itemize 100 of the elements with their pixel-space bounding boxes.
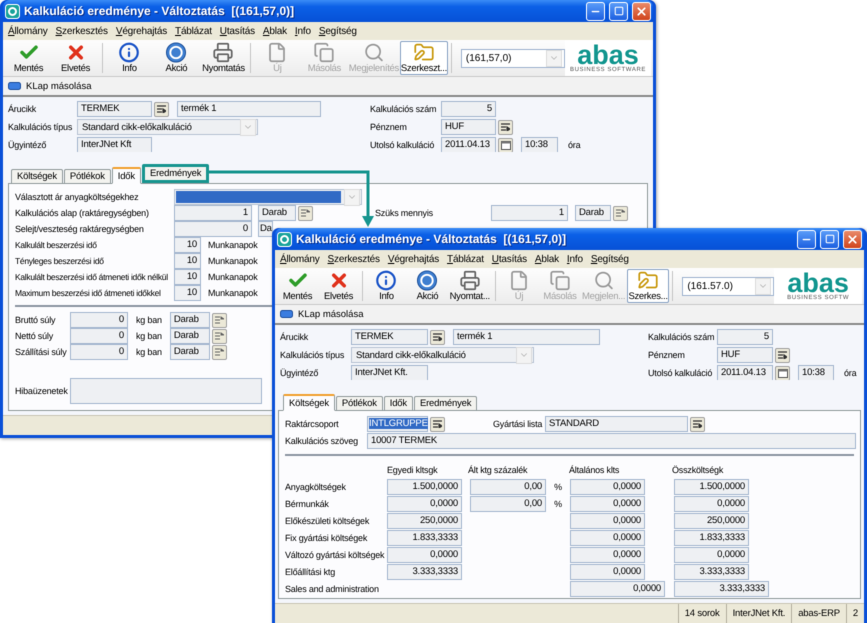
input-field[interactable]: 5 (717, 329, 773, 345)
toolbar-button[interactable]: Elvetés (52, 41, 99, 75)
toolbar-button[interactable]: Mentés (277, 269, 318, 303)
input-field[interactable]: termék 1 (453, 329, 600, 345)
type-dropdown[interactable]: Standard cikk-előkalkuláció (351, 347, 534, 363)
menu-item[interactable]: Szerkesztés (56, 26, 108, 36)
menu-item[interactable]: Ablak (262, 26, 287, 36)
cost-field[interactable]: 0,0000 (387, 496, 462, 512)
toolbar-button[interactable]: Akció (152, 41, 200, 75)
unit-button[interactable] (212, 312, 227, 328)
lookup-button[interactable] (775, 348, 790, 362)
toolbar-button[interactable]: Szerkes... (626, 269, 670, 303)
tab[interactable]: Idők (384, 396, 413, 411)
menu-item[interactable]: Info (566, 254, 583, 264)
cost-field[interactable]: 250,0000 (674, 513, 749, 529)
close-button[interactable] (632, 2, 651, 20)
cost-field[interactable]: 250,0000 (387, 513, 462, 529)
tab[interactable]: Költségek (283, 394, 335, 411)
input-field[interactable]: 10 (174, 237, 201, 253)
toolbar-button[interactable]: Akció (406, 269, 448, 303)
cost-field[interactable]: 0,0000 (674, 547, 749, 563)
action-label[interactable]: KLap másolása (26, 80, 92, 92)
input-field[interactable]: 10 (174, 285, 201, 301)
menu-item[interactable]: Állomány (8, 26, 48, 36)
menu-item[interactable]: Segítség (590, 254, 629, 264)
maximize-button[interactable] (820, 230, 839, 248)
calendar-button[interactable] (498, 138, 513, 152)
input-field[interactable]: 0 (174, 221, 252, 237)
close-button[interactable] (843, 230, 862, 248)
input-field[interactable]: TERMEK (77, 101, 152, 117)
action-label[interactable]: KLap másolása (298, 308, 364, 320)
lookup-button[interactable] (498, 120, 513, 134)
tab[interactable]: Pótlékok (64, 169, 111, 184)
input-field[interactable]: 10 (174, 253, 201, 269)
time-field[interactable]: 10:38 (798, 365, 834, 381)
input-field[interactable]: TERMEK (351, 329, 428, 345)
cost-field[interactable]: 3.333,3333 (674, 564, 749, 580)
input-field[interactable]: STANDARD (545, 416, 688, 432)
tab[interactable]: Eredmények (414, 396, 478, 411)
lookup-button[interactable] (430, 416, 445, 432)
unit-field[interactable]: Darab (575, 205, 611, 221)
input-field[interactable]: 0 (70, 328, 128, 344)
cost-field[interactable]: 0,0000 (570, 479, 645, 495)
unit-field[interactable]: Darab (170, 312, 210, 328)
cost-field[interactable]: 0,0000 (570, 513, 645, 529)
type-dropdown[interactable]: Standard cikk-előkalkuláció (77, 119, 258, 135)
cost-field[interactable]: 1.500,0000 (387, 479, 462, 495)
cost-field[interactable]: 3.333,3333 (674, 581, 769, 597)
input-field[interactable]: 0 (70, 312, 128, 328)
unit-button[interactable] (212, 328, 227, 344)
tab[interactable]: Költségek (11, 169, 63, 184)
time-field[interactable]: 10:38 (521, 137, 558, 153)
unit-field[interactable]: Darab (170, 328, 210, 344)
price-dropdown[interactable] (174, 189, 362, 205)
record-dropdown[interactable]: (161,57,0) (460, 48, 565, 68)
date-field[interactable]: 2011.04.13 (441, 137, 496, 153)
input-field[interactable]: termék 1 (177, 101, 321, 117)
unit-field[interactable]: Da (258, 221, 273, 237)
menu-item[interactable]: Végrehajtás (116, 26, 168, 36)
cost-field[interactable]: 0,0000 (570, 530, 645, 546)
cost-field[interactable]: 1.833,3333 (674, 530, 749, 546)
menu-item[interactable]: Állomány (280, 254, 320, 264)
menu-item[interactable]: Ablak (534, 254, 559, 264)
lookup-button[interactable] (430, 330, 445, 344)
unit-field[interactable]: Darab (258, 205, 296, 221)
cost-field[interactable]: 0,0000 (387, 547, 462, 563)
cost-field[interactable]: 0,0000 (674, 496, 749, 512)
cost-field[interactable]: 3.333,3333 (387, 564, 462, 580)
menu-item[interactable]: Utasítás (220, 26, 255, 36)
input-field[interactable]: 10 (174, 269, 201, 285)
menu-item[interactable]: Utasítás (492, 254, 527, 264)
input-field[interactable]: HUF (441, 119, 496, 135)
cost-field[interactable]: 0,0000 (570, 496, 645, 512)
toolbar-button[interactable]: Mentés (5, 41, 52, 75)
date-field[interactable]: 2011.04.13 (717, 365, 773, 381)
minimize-button[interactable] (586, 2, 605, 20)
input-field[interactable]: 0 (70, 344, 128, 360)
input-field[interactable]: INTLGRUPPE (367, 416, 428, 432)
input-field[interactable]: 1 (491, 205, 568, 221)
lookup-button[interactable] (690, 416, 705, 432)
unit-field[interactable]: Darab (170, 344, 210, 360)
cost-field[interactable]: 1.500,0000 (674, 479, 749, 495)
tab[interactable]: Idők (112, 167, 141, 184)
lookup-button[interactable] (154, 102, 169, 116)
menu-item[interactable]: Végrehajtás (388, 254, 440, 264)
calendar-button[interactable] (775, 366, 790, 380)
cost-field[interactable]: 0,0000 (570, 547, 645, 563)
input-field[interactable]: 10007 TERMEK (367, 433, 856, 449)
unit-button[interactable] (212, 344, 227, 360)
unit-button[interactable] (298, 206, 313, 220)
cost-field[interactable]: 0,0000 (570, 581, 665, 597)
menu-item[interactable]: Info (294, 26, 311, 36)
input-field[interactable]: HUF (717, 347, 773, 363)
toolbar-button[interactable]: Elvetés (318, 269, 359, 303)
percent-field[interactable]: 0,00 (470, 479, 546, 495)
percent-field[interactable]: 0,00 (470, 496, 546, 512)
minimize-button[interactable] (797, 230, 816, 248)
toolbar-button[interactable]: Nyomtat... (448, 269, 492, 303)
input-field[interactable]: 5 (441, 101, 496, 117)
menu-item[interactable]: Táblázat (447, 254, 484, 264)
